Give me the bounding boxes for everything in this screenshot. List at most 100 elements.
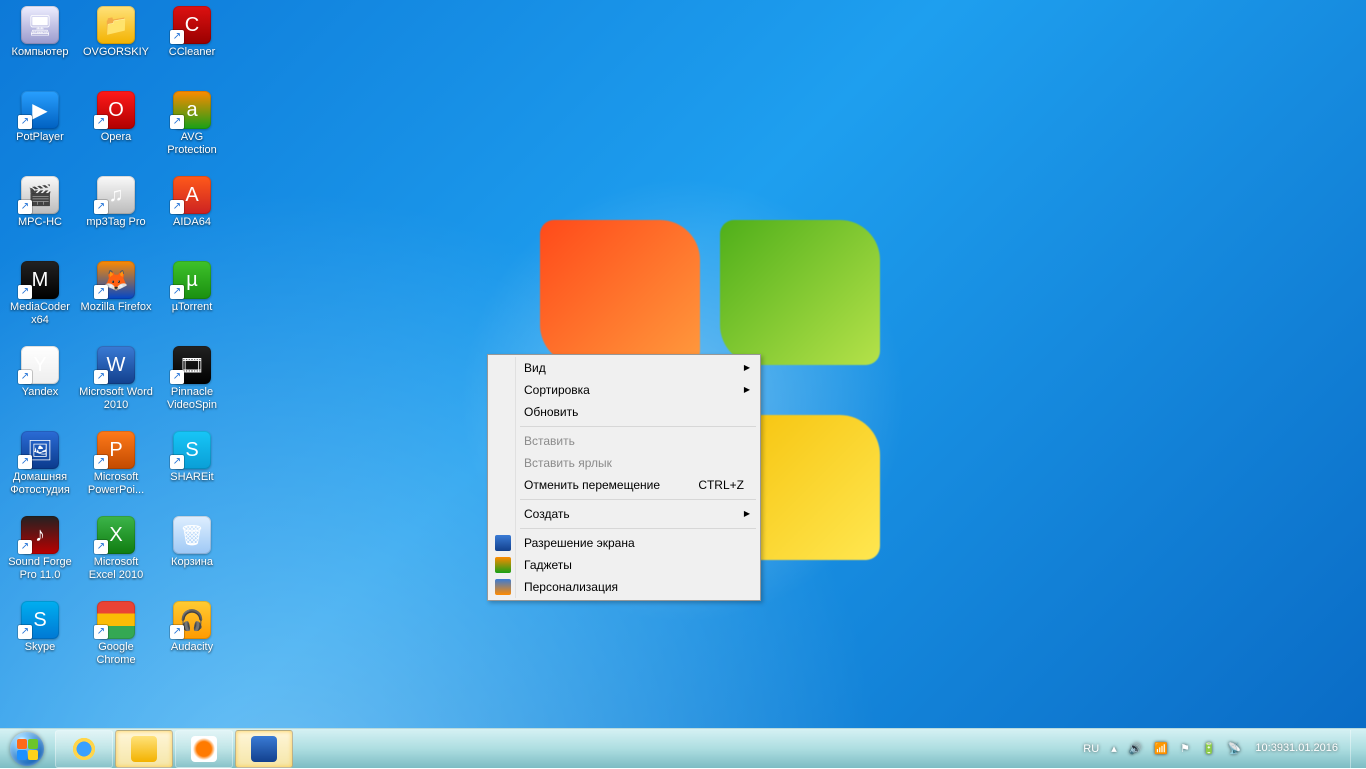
tray-flag-icon[interactable]: ⚑ bbox=[1174, 729, 1196, 769]
word-icon bbox=[251, 736, 277, 762]
desktop-icon-ccleaner[interactable]: CCCleaner bbox=[154, 4, 230, 89]
desktop-icon-recycle[interactable]: 🗑Корзина bbox=[154, 514, 230, 599]
desktop-icon-label: Google Chrome bbox=[79, 641, 153, 667]
ie-icon bbox=[71, 736, 97, 762]
desktop-icon-label: AVG Protection bbox=[155, 131, 229, 157]
menu-item-label: Сортировка bbox=[524, 383, 590, 397]
opera-icon: O bbox=[97, 91, 135, 129]
context-menu-item[interactable]: Разрешение экрана bbox=[490, 532, 758, 554]
desktop-icon-label: Microsoft Excel 2010 bbox=[79, 556, 153, 582]
desktop-icon-firefox[interactable]: 🦊Mozilla Firefox bbox=[78, 259, 154, 344]
pinnacle-icon: 🎞 bbox=[173, 346, 211, 384]
tray-time: 10:39 bbox=[1255, 742, 1283, 755]
context-menu-item[interactable]: Создать bbox=[490, 503, 758, 525]
desktop-icon-shareit[interactable]: SSHAREit bbox=[154, 429, 230, 514]
desktop-icon-utorrent[interactable]: µ µTorrent bbox=[154, 259, 230, 344]
menu-item-icon bbox=[495, 557, 511, 573]
context-menu-item: Вставить bbox=[490, 430, 758, 452]
desktop-icon-potplayer[interactable]: ▶PotPlayer bbox=[2, 89, 78, 174]
context-menu-separator bbox=[520, 528, 756, 529]
system-tray: RU ▴ 🔊 📶 ⚑ 🔋 📡 10:39 31.01.2016 bbox=[1077, 729, 1366, 769]
desktop-icon-chrome[interactable]: Google Chrome bbox=[78, 599, 154, 684]
desktop-icon-aida[interactable]: AAIDA64 bbox=[154, 174, 230, 259]
menu-item-label: Вставить bbox=[524, 434, 575, 448]
taskbar-button-word[interactable] bbox=[235, 730, 293, 768]
ppt-icon: P bbox=[97, 431, 135, 469]
mp3tag-icon: ♫ bbox=[97, 176, 135, 214]
show-desktop-button[interactable] bbox=[1350, 730, 1360, 768]
explorer-icon bbox=[131, 736, 157, 762]
ccleaner-icon: C bbox=[173, 6, 211, 44]
desktop-icon-label: Mozilla Firefox bbox=[81, 301, 152, 314]
context-menu-separator bbox=[520, 426, 756, 427]
wmp-icon bbox=[191, 736, 217, 762]
desktop-icon-label: Audacity bbox=[171, 641, 213, 654]
desktop-icon-avg[interactable]: aAVG Protection bbox=[154, 89, 230, 174]
desktop-icon-mpchc[interactable]: 🎬MPC-HC bbox=[2, 174, 78, 259]
desktop-icon-label: SHAREit bbox=[170, 471, 213, 484]
taskbar-button-ie[interactable] bbox=[55, 730, 113, 768]
desktop-icon-word[interactable]: WMicrosoft Word 2010 bbox=[78, 344, 154, 429]
tray-chevron-icon[interactable]: ▴ bbox=[1105, 729, 1123, 769]
desktop-icon-label: OVGORSKIY bbox=[83, 46, 149, 59]
desktop-icon-excel[interactable]: XMicrosoft Excel 2010 bbox=[78, 514, 154, 599]
desktop-context-menu: Вид Сортировка Обновить Вставить Вставить яр… bbox=[487, 354, 761, 601]
desktop-icon-label: µTorrent bbox=[172, 301, 213, 314]
desktop-icon-skype[interactable]: SSkype bbox=[2, 599, 78, 684]
audacity-icon: 🎧 bbox=[173, 601, 211, 639]
taskbar-button-explorer[interactable] bbox=[115, 730, 173, 768]
menu-item-label: Создать bbox=[524, 507, 570, 521]
start-button[interactable] bbox=[0, 729, 54, 769]
word-icon: W bbox=[97, 346, 135, 384]
desktop-icon-mp3tag[interactable]: ♫mp3Tag Pro bbox=[78, 174, 154, 259]
context-menu-item[interactable]: Гаджеты bbox=[490, 554, 758, 576]
desktop-icon-foto[interactable]: 🖼Домашняя Фотостудия bbox=[2, 429, 78, 514]
desktop-icon-grid: 🖥Компьютер📁OVGORSKIYCCCleaner▶PotPlayerO… bbox=[0, 0, 232, 688]
sforge-icon: ♪ bbox=[21, 516, 59, 554]
desktop-icon-label: Microsoft PowerPoi... bbox=[79, 471, 153, 497]
desktop-icon-ppt[interactable]: PMicrosoft PowerPoi... bbox=[78, 429, 154, 514]
utorrent-icon: µ bbox=[173, 261, 211, 299]
desktop-icon-label: Домашняя Фотостудия bbox=[3, 471, 77, 497]
desktop-icon-label: Корзина bbox=[171, 556, 213, 569]
context-menu-item[interactable]: Сортировка bbox=[490, 379, 758, 401]
desktop-icon-label: Microsoft Word 2010 bbox=[79, 386, 153, 412]
taskbar-button-wmp[interactable] bbox=[175, 730, 233, 768]
menu-item-icon bbox=[495, 535, 511, 551]
tray-wifi-icon[interactable]: 📡 bbox=[1222, 729, 1248, 769]
menu-item-label: Вид bbox=[524, 361, 546, 375]
foto-icon: 🖼 bbox=[21, 431, 59, 469]
desktop-icon-label: Opera bbox=[101, 131, 132, 144]
skype-icon: S bbox=[21, 601, 59, 639]
desktop-icon-ovg[interactable]: 📁OVGORSKIY bbox=[78, 4, 154, 89]
context-menu-item[interactable]: Вид bbox=[490, 357, 758, 379]
menu-item-label: Вставить ярлык bbox=[524, 456, 612, 470]
context-menu-item[interactable]: Отменить перемещениеCTRL+Z bbox=[490, 474, 758, 496]
desktop-icon-yandex[interactable]: YYandex bbox=[2, 344, 78, 429]
context-menu-item[interactable]: Обновить bbox=[490, 401, 758, 423]
tray-date: 31.01.2016 bbox=[1283, 742, 1338, 755]
desktop-icon-label: Компьютер bbox=[12, 46, 69, 59]
tray-network-icon[interactable]: 📶 bbox=[1148, 729, 1174, 769]
menu-item-label: Разрешение экрана bbox=[524, 536, 635, 550]
desktop-icon-computer[interactable]: 🖥Компьютер bbox=[2, 4, 78, 89]
desktop-icon-label: Sound Forge Pro 11.0 bbox=[3, 556, 77, 582]
desktop-icon-opera[interactable]: O Opera bbox=[78, 89, 154, 174]
menu-item-label: Отменить перемещение bbox=[524, 478, 660, 492]
desktop-icon-audacity[interactable]: 🎧 Audacity bbox=[154, 599, 230, 684]
tray-power-icon[interactable]: 🔋 bbox=[1196, 729, 1222, 769]
desktop-icon-mediacoder[interactable]: MMediaCoder x64 bbox=[2, 259, 78, 344]
tray-language[interactable]: RU bbox=[1077, 729, 1105, 769]
desktop-icon-pinnacle[interactable]: 🎞Pinnacle VideoSpin bbox=[154, 344, 230, 429]
desktop-icon-sforge[interactable]: ♪Sound Forge Pro 11.0 bbox=[2, 514, 78, 599]
tray-clock[interactable]: 10:39 31.01.2016 bbox=[1247, 729, 1346, 769]
menu-item-label: Гаджеты bbox=[524, 558, 572, 572]
aida-icon: A bbox=[173, 176, 211, 214]
menu-item-label: Обновить bbox=[524, 405, 578, 419]
desktop-icon-label: MediaCoder x64 bbox=[3, 301, 77, 327]
desktop[interactable]: 🖥Компьютер📁OVGORSKIYCCCleaner▶PotPlayerO… bbox=[0, 0, 1366, 728]
tray-volume-icon[interactable]: 🔊 bbox=[1123, 729, 1149, 769]
context-menu-item[interactable]: Персонализация bbox=[490, 576, 758, 598]
excel-icon: X bbox=[97, 516, 135, 554]
menu-item-label: Персонализация bbox=[524, 580, 618, 594]
